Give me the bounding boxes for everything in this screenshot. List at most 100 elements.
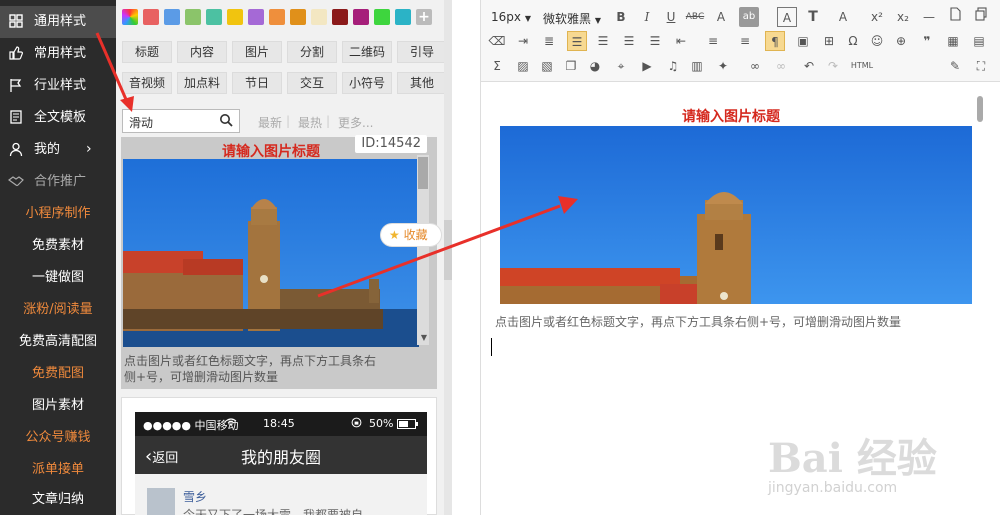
color-swatch[interactable] [206,9,222,25]
sidebar-item-industry-style[interactable]: 行业样式 [0,70,116,102]
text-box-icon[interactable]: A [777,7,797,27]
category-button[interactable]: 交互 [287,72,337,94]
emoji-icon[interactable]: ☺ [867,31,887,51]
document-image-description[interactable]: 点击图片或者红色标题文字，再点下方工具条右侧+号，可增删滑动图片数量 [495,313,901,330]
image-icon[interactable]: ▨ [513,56,533,76]
sidebar-item-mine[interactable]: 我的 › [0,134,116,166]
category-button[interactable]: 二维码 [342,41,392,63]
sidebar-item-full-template[interactable]: 全文模板 [0,102,116,134]
sidebar-sub-followers[interactable]: 涨粉/阅读量 [0,294,116,326]
add-color-button[interactable]: + [416,9,432,25]
redo-icon[interactable]: ↷ [823,56,843,76]
search-replace-icon[interactable]: ⊕ [891,31,911,51]
subscript-icon[interactable]: x₂ [893,7,913,27]
favorite-button[interactable]: ★ 收藏 [380,223,442,247]
superscript-icon[interactable]: x² [867,7,887,27]
sidebar-sub-one-click-image[interactable]: 一键做图 [0,262,116,294]
copy-icon[interactable] [971,7,991,27]
align-center-icon[interactable]: ☰ [593,31,613,51]
html-source-button[interactable]: HTML [849,56,875,76]
edit-icon[interactable]: ✎ [945,56,965,76]
strikethrough-icon[interactable]: ABC [685,7,705,27]
sidebar-sub-free-material[interactable]: 免费素材 [0,230,116,262]
style-search-input[interactable]: 滑动 [122,109,240,133]
color-swatch[interactable] [395,9,411,25]
paragraph-mark-icon[interactable]: ¶ [765,31,785,51]
minus-icon[interactable]: — [919,7,939,27]
color-swatch[interactable] [248,9,264,25]
quote-icon[interactable]: ❞ [917,31,937,51]
category-button[interactable]: 节日 [232,72,282,94]
outdent-icon[interactable]: ⇤ [671,31,691,51]
card-scrollbar-thumb[interactable] [418,157,428,189]
italic-icon[interactable]: I [637,7,657,27]
font-color-icon[interactable]: A [711,7,731,27]
table-grid-icon[interactable]: ▤ [969,31,989,51]
map-pin-icon[interactable]: ⌖ [611,56,631,76]
sigma-icon[interactable]: Σ [487,56,507,76]
category-button[interactable]: 内容 [177,41,227,63]
card-preview-image[interactable] [123,159,419,347]
friend-name[interactable]: 雪乡 [183,488,207,505]
color-swatch[interactable] [290,9,306,25]
sidebar-item-cooperation[interactable]: 合作推广 [0,166,116,198]
omega-icon[interactable]: Ω [843,31,863,51]
category-button[interactable]: 引导 [397,41,447,63]
align-left-icon[interactable]: ☰ [567,31,587,51]
align-justify-icon[interactable]: ☰ [645,31,665,51]
format-painter-icon[interactable]: ⊞ [819,31,839,51]
undo-icon[interactable]: ↶ [799,56,819,76]
underline-icon[interactable]: U [661,7,681,27]
unlink-icon[interactable]: ∞ [771,56,791,76]
document-icon[interactable] [945,7,965,27]
paragraph-spacing-icon[interactable]: ≡ [703,31,723,51]
scroll-down-icon[interactable]: ▼ [421,333,427,342]
color-wheel-icon[interactable] [122,9,138,25]
category-button[interactable]: 其他 [397,72,447,94]
document-image[interactable] [500,126,972,304]
table-icon[interactable]: ▦ [943,31,963,51]
category-button[interactable]: 图片 [232,41,282,63]
attachment-icon[interactable]: ▥ [687,56,707,76]
color-swatch[interactable] [164,9,180,25]
sidebar-sub-orders[interactable]: 派单接单 [0,454,116,486]
text-size-icon[interactable]: T [803,7,823,27]
letter-spacing-icon[interactable]: A [833,7,853,27]
style-card-moments[interactable]: ●●●●● 中国移动 18:45 50% ‹返回 我的朋友圈 雪乡 今天又下了一… [121,397,437,515]
category-button[interactable]: 音视频 [122,72,172,94]
category-button[interactable]: 小符号 [342,72,392,94]
drop-cap-icon[interactable]: ▣ [793,31,813,51]
fullscreen-icon[interactable]: ⛶ [971,56,991,76]
color-swatch[interactable] [353,9,369,25]
filter-more[interactable]: 更多... [338,114,373,131]
palette-icon[interactable]: ◕ [585,56,605,76]
color-swatch[interactable] [185,9,201,25]
sidebar-sub-mini-program[interactable]: 小程序制作 [0,198,116,230]
frame-icon[interactable]: ❐ [561,56,581,76]
document-image-title[interactable]: 请输入图片标题 [481,106,981,126]
color-swatch[interactable] [374,9,390,25]
color-swatch[interactable] [311,9,327,25]
color-swatch[interactable] [143,9,159,25]
font-family-select[interactable]: 微软雅黑 ▼ [543,10,601,27]
category-button[interactable]: 标题 [122,41,172,63]
color-swatch[interactable] [227,9,243,25]
color-swatch[interactable] [269,9,285,25]
link-icon[interactable]: ∞ [745,56,765,76]
sidebar-sub-earn-money[interactable]: 公众号赚钱 [0,422,116,454]
video-icon[interactable]: ▶ [637,56,657,76]
sidebar-sub-image-material[interactable]: 图片素材 [0,390,116,422]
sidebar-sub-hd-images[interactable]: 免费高清配图 [0,326,116,358]
category-button[interactable]: 分割 [287,41,337,63]
sidebar-sub-article-archive[interactable]: 文章归纳 [0,484,116,515]
music-icon[interactable]: ♫ [663,56,683,76]
search-icon[interactable] [219,113,233,127]
filter-latest[interactable]: 最新 [258,114,282,131]
magic-wand-icon[interactable]: ✦ [713,56,733,76]
color-swatch[interactable] [332,9,348,25]
align-right-icon[interactable]: ☰ [619,31,639,51]
filter-hottest[interactable]: 最热 [298,114,322,131]
multi-image-icon[interactable]: ▧ [537,56,557,76]
sidebar-sub-free-images[interactable]: 免费配图 [0,358,116,390]
style-card-slider[interactable]: 请输入图片标题 ID:14542 ▼ 点击图片或者红色标题文字，再点下方工具条右… [121,135,437,389]
